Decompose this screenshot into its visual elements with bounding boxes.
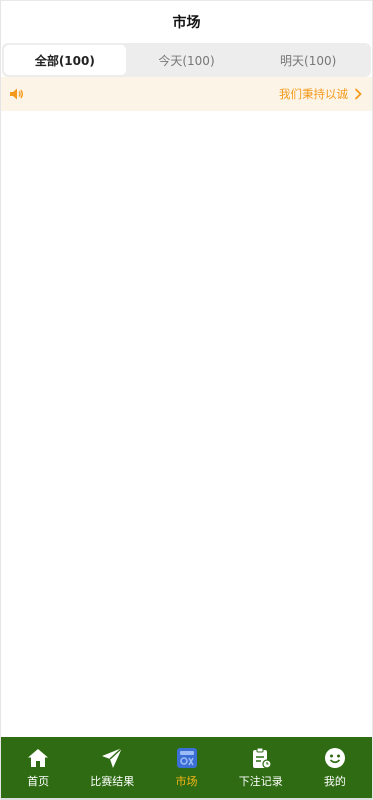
face-icon <box>324 747 346 769</box>
tabbar-item-bets[interactable]: 下注记录 <box>224 737 298 798</box>
paper-plane-icon <box>101 746 123 769</box>
tabbar-item-home[interactable]: 首页 <box>1 737 75 798</box>
bottom-tab-bar: 首页 比赛结果 市场 下注记录 我的 <box>1 737 372 798</box>
home-icon <box>27 747 49 769</box>
chevron-right-icon[interactable] <box>354 87 364 101</box>
tab-today[interactable]: 今天(100) <box>126 45 248 75</box>
notice-bar[interactable]: 我们秉持以诚 <box>1 77 372 111</box>
tabbar-profile-label: 我的 <box>323 774 346 788</box>
market-list-area <box>1 112 372 737</box>
notice-text: 我们秉持以诚 <box>279 87 348 101</box>
tabbar-results-label: 比赛结果 <box>90 774 135 788</box>
speaker-icon <box>9 87 27 101</box>
market-icon <box>176 747 198 769</box>
tab-all[interactable]: 全部(100) <box>4 45 126 75</box>
tabbar-market-label: 市场 <box>175 774 198 788</box>
tabbar-item-results[interactable]: 比赛结果 <box>75 737 149 798</box>
tab-today-label: 今天(100) <box>158 53 215 68</box>
app-screen: 市场 全部(100) 今天(100) 明天(100) 我们秉持以诚 首页 比赛结… <box>0 0 373 800</box>
tabbar-home-label: 首页 <box>27 774 50 788</box>
tabbar-item-market[interactable]: 市场 <box>149 737 223 798</box>
page-header: 市场 <box>1 0 372 43</box>
tab-tomorrow[interactable]: 明天(100) <box>247 45 369 75</box>
clipboard-icon <box>250 747 272 769</box>
page-title: 市场 <box>172 15 201 31</box>
tab-tomorrow-label: 明天(100) <box>280 53 337 68</box>
tab-all-label: 全部(100) <box>34 53 95 68</box>
tabbar-bets-label: 下注记录 <box>238 774 283 788</box>
tabbar-item-profile[interactable]: 我的 <box>298 737 372 798</box>
date-filter-tabs: 全部(100) 今天(100) 明天(100) <box>2 43 371 77</box>
